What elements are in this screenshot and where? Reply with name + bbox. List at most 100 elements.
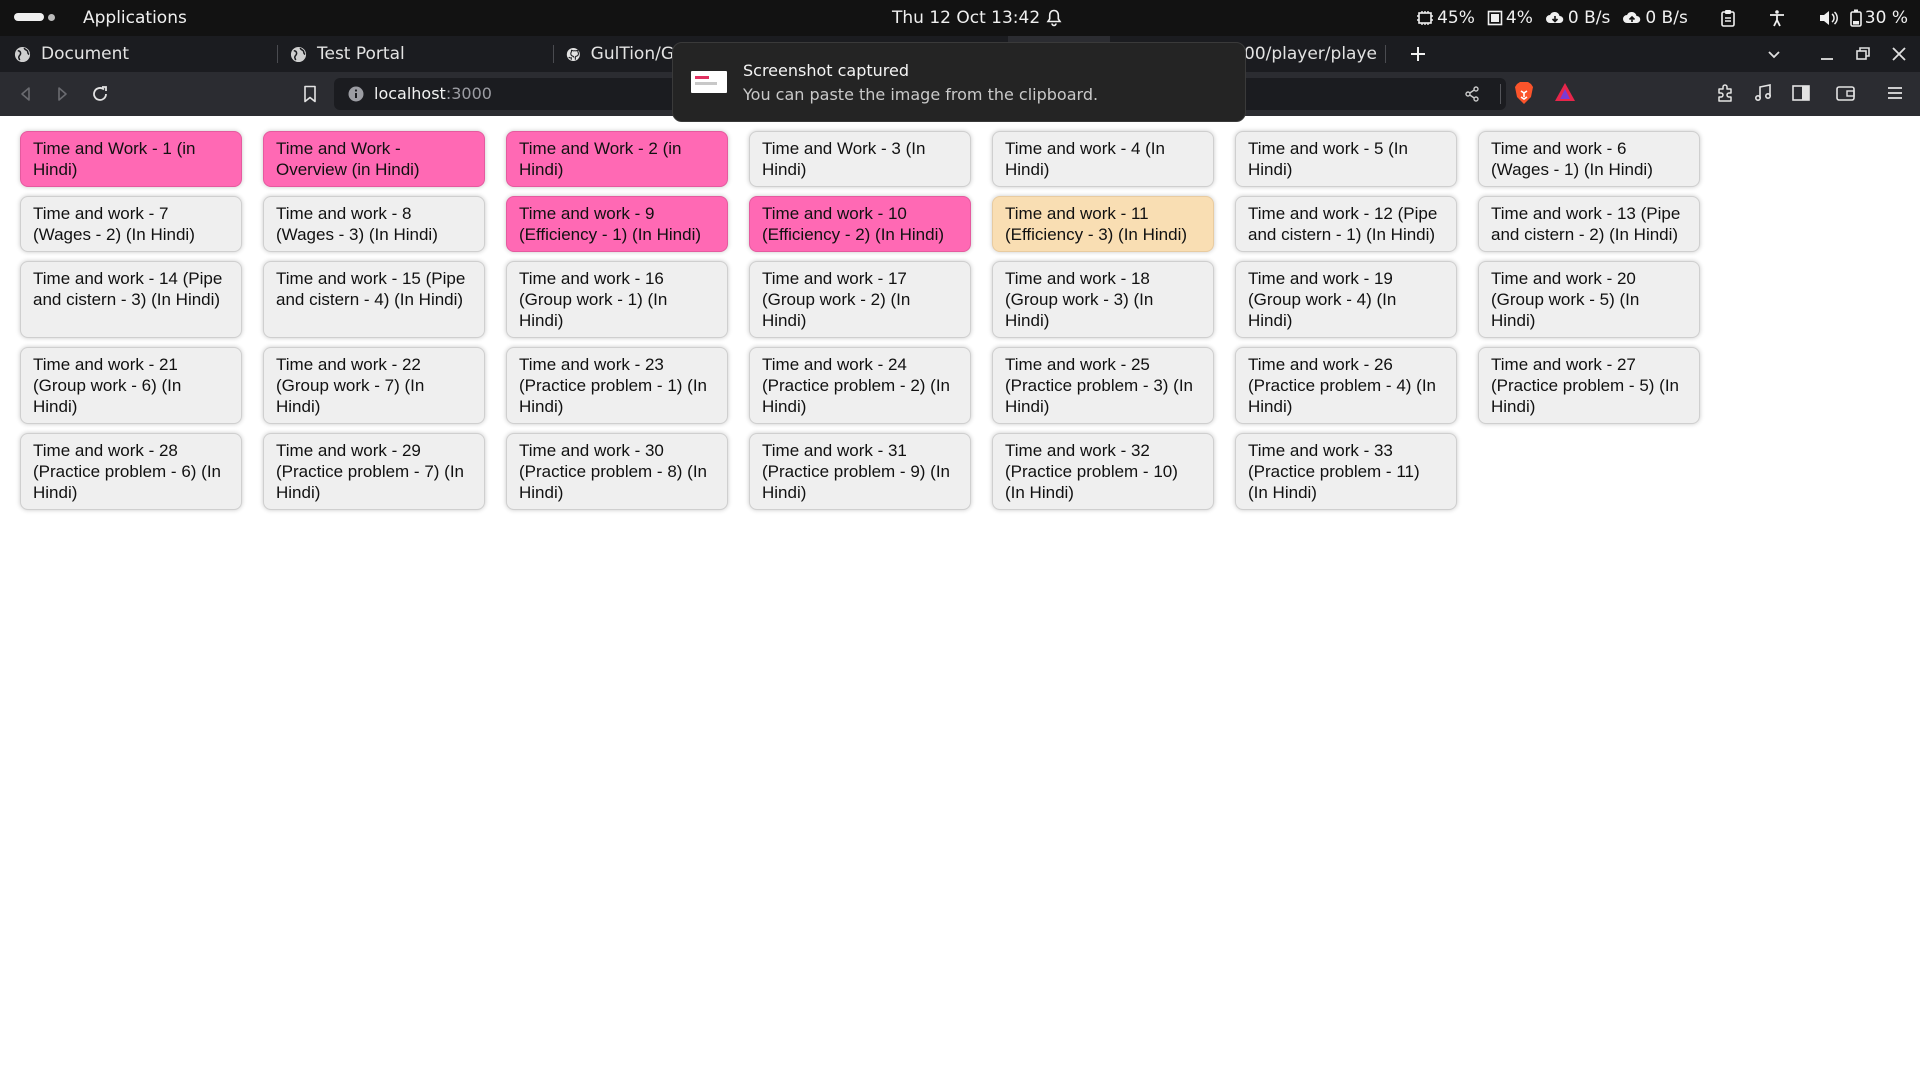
- notification-title: Screenshot captured: [743, 61, 910, 80]
- music-icon[interactable]: [1753, 83, 1773, 103]
- tab-label: 00/player/player-r: [1244, 44, 1378, 64]
- sidebar-icon[interactable]: [1791, 83, 1811, 103]
- lesson-card[interactable]: Time and work - 9 (Efficiency - 1) (In H…: [506, 196, 728, 252]
- tab-document[interactable]: Document: [0, 36, 278, 72]
- battery-indicator[interactable]: 30 %: [1849, 8, 1908, 28]
- lesson-card[interactable]: Time and work - 7 (Wages - 2) (In Hindi): [20, 196, 242, 252]
- url-port: :3000: [445, 84, 492, 103]
- activities-indicator[interactable]: [14, 13, 55, 21]
- plus-icon: [1411, 47, 1425, 61]
- tab-separator: [1385, 45, 1386, 63]
- lesson-card[interactable]: Time and work - 33 (Practice problem - 1…: [1235, 433, 1457, 510]
- cloud-download-icon: [1545, 11, 1564, 23]
- cloud-upload-icon: [1623, 11, 1641, 23]
- cpu-icon: [1417, 11, 1434, 25]
- url-host: localhost: [374, 84, 446, 103]
- cpu-indicator: 45%: [1416, 8, 1475, 28]
- lesson-card[interactable]: Time and work - 10 (Efficiency - 2) (In …: [749, 196, 971, 252]
- lesson-card[interactable]: Time and work - 31 (Practice problem - 9…: [749, 433, 971, 510]
- github-icon: [566, 47, 580, 61]
- lesson-card[interactable]: Time and work - 32 (Practice problem - 1…: [992, 433, 1214, 510]
- back-icon: [21, 87, 30, 101]
- new-tab-button[interactable]: [1402, 36, 1434, 72]
- applications-menu[interactable]: Applications: [83, 8, 187, 28]
- tab-github[interactable]: GulTion/G: [554, 36, 674, 72]
- restore-icon[interactable]: [1854, 46, 1872, 62]
- upload-value: 0 B/s: [1645, 8, 1688, 28]
- download-value: 0 B/s: [1567, 8, 1611, 28]
- lesson-card[interactable]: Time and work - 28 (Practice problem - 6…: [20, 433, 242, 510]
- tab-player[interactable]: 00/player/player-r: [1236, 36, 1386, 72]
- lesson-card[interactable]: Time and work - 12 (Pipe and cistern - 1…: [1235, 196, 1457, 252]
- workspace-pill: [14, 13, 44, 21]
- lesson-card[interactable]: Time and work - 27 (Practice problem - 5…: [1478, 347, 1700, 424]
- reload-button[interactable]: [88, 82, 112, 106]
- lesson-card[interactable]: Time and work - 26 (Practice problem - 4…: [1235, 347, 1457, 424]
- screenshot-notification[interactable]: Screenshot captured You can paste the im…: [672, 42, 1246, 122]
- lesson-card[interactable]: Time and Work - 1 (in Hindi): [20, 131, 242, 187]
- share-icon[interactable]: [1464, 86, 1480, 102]
- address-divider: [1500, 84, 1501, 104]
- system-top-bar: Applications Thu 12 Oct 13:42 45% 4% 0 B…: [0, 0, 1920, 36]
- memory-value: 4%: [1505, 8, 1533, 28]
- lesson-card[interactable]: Time and work - 6 (Wages - 1) (In Hindi): [1478, 131, 1700, 187]
- lesson-card[interactable]: Time and work - 13 (Pipe and cistern - 2…: [1478, 196, 1700, 252]
- lesson-card[interactable]: Time and Work - 2 (in Hindi): [506, 131, 728, 187]
- lesson-card[interactable]: Time and work - 17 (Group work - 2) (In …: [749, 261, 971, 338]
- notification-body: You can paste the image from the clipboa…: [743, 85, 1099, 104]
- tab-label: Test Portal: [317, 44, 405, 64]
- globe-icon: [290, 46, 307, 62]
- thumbnail-line: [695, 82, 717, 85]
- lesson-card[interactable]: Time and work - 24 (Practice problem - 2…: [749, 347, 971, 424]
- brave-rewards-icon[interactable]: [1554, 82, 1576, 102]
- status-area[interactable]: 45% 4% 0 B/s 0 B/s 30 %: [1416, 8, 1908, 28]
- memory-indicator: 4%: [1487, 8, 1533, 28]
- thumbnail-line: [695, 76, 709, 79]
- lesson-card[interactable]: Time and work - 15 (Pipe and cistern - 4…: [263, 261, 485, 338]
- close-icon[interactable]: [1890, 46, 1908, 62]
- lesson-card[interactable]: Time and work - 8 (Wages - 3) (In Hindi): [263, 196, 485, 252]
- bookmark-icon: [304, 85, 316, 103]
- tab-label: Document: [41, 44, 130, 64]
- lesson-card[interactable]: Time and work - 5 (In Hindi): [1235, 131, 1457, 187]
- clock[interactable]: Thu 12 Oct 13:42: [892, 8, 1040, 28]
- url-text[interactable]: localhost:3000: [374, 84, 492, 103]
- lesson-card[interactable]: Time and work - 30 (Practice problem - 8…: [506, 433, 728, 510]
- lesson-card[interactable]: Time and work - 21 (Group work - 6) (In …: [20, 347, 242, 424]
- forward-icon: [58, 87, 67, 101]
- upload-indicator: 0 B/s: [1622, 8, 1688, 28]
- battery-value: 30 %: [1864, 8, 1908, 28]
- lesson-card[interactable]: Time and work - 23 (Practice problem - 1…: [506, 347, 728, 424]
- lesson-card[interactable]: Time and work - 4 (In Hindi): [992, 131, 1214, 187]
- lesson-card[interactable]: Time and work - 16 (Group work - 1) (In …: [506, 261, 728, 338]
- forward-button[interactable]: [50, 82, 74, 106]
- download-indicator: 0 B/s: [1545, 8, 1610, 28]
- tab-label: GulTion/G: [590, 44, 674, 64]
- menu-icon[interactable]: [1885, 83, 1905, 103]
- bookmark-button[interactable]: [298, 82, 322, 106]
- extensions-icon[interactable]: [1715, 83, 1735, 103]
- lesson-card[interactable]: Time and work - 20 (Group work - 5) (In …: [1478, 261, 1700, 338]
- brave-shields-icon[interactable]: [1514, 81, 1534, 105]
- lesson-card[interactable]: Time and Work - 3 (In Hindi): [749, 131, 971, 187]
- lesson-card[interactable]: Time and Work - Overview (in Hindi): [263, 131, 485, 187]
- volume-icon[interactable]: [1818, 9, 1838, 27]
- lesson-card[interactable]: Time and work - 11 (Efficiency - 3) (In …: [992, 196, 1214, 252]
- lesson-card[interactable]: Time and work - 18 (Group work - 3) (In …: [992, 261, 1214, 338]
- minimize-icon[interactable]: [1818, 46, 1836, 62]
- screenshot-thumbnail: [691, 71, 727, 93]
- info-icon[interactable]: [348, 86, 364, 102]
- lesson-card[interactable]: Time and work - 25 (Practice problem - 3…: [992, 347, 1214, 424]
- back-button[interactable]: [14, 82, 38, 106]
- chevron-down-icon[interactable]: [1766, 46, 1782, 62]
- lesson-card[interactable]: Time and work - 29 (Practice problem - 7…: [263, 433, 485, 510]
- lesson-card[interactable]: Time and work - 22 (Group work - 7) (In …: [263, 347, 485, 424]
- workspace-dot: [48, 13, 55, 21]
- lesson-card[interactable]: Time and work - 14 (Pipe and cistern - 3…: [20, 261, 242, 338]
- lesson-card[interactable]: Time and work - 19 (Group work - 4) (In …: [1235, 261, 1457, 338]
- clipboard-icon[interactable]: [1720, 9, 1736, 27]
- accessibility-icon[interactable]: [1768, 9, 1786, 27]
- wallet-icon[interactable]: [1835, 83, 1857, 103]
- tab-test-portal[interactable]: Test Portal: [278, 36, 554, 72]
- toolbar-right-actions: [1715, 83, 1905, 103]
